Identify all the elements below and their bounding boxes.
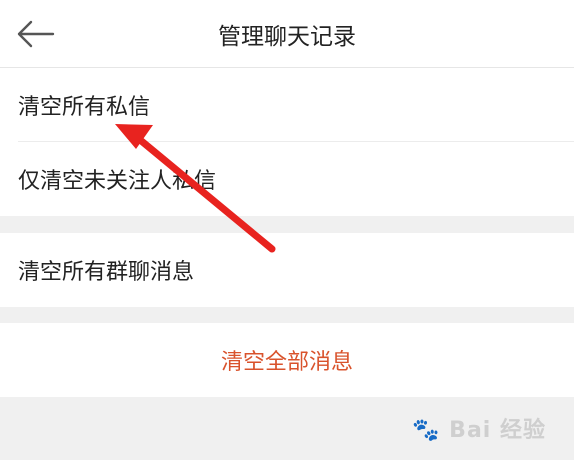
clear-all-group-chat-label: 清空所有群聊消息 [18, 260, 195, 285]
clear-unfollowed-private-messages-label: 仅清空未关注人私信 [18, 169, 217, 194]
clear-unfollowed-private-messages-item[interactable]: 仅清空未关注人私信 [0, 142, 574, 216]
private-messages-group: 清空所有私信 仅清空未关注人私信 [0, 68, 574, 216]
clear-all-private-messages-label: 清空所有私信 [18, 95, 151, 120]
page-title: 管理聊天记录 [218, 24, 356, 50]
clear-all-group-chat-item[interactable]: 清空所有群聊消息 [0, 233, 574, 307]
clear-all-messages-label: 清空全部消息 [220, 350, 353, 375]
baidu-paw-icon: 🐾 [412, 418, 441, 443]
clear-all-messages-button[interactable]: 清空全部消息 [0, 323, 574, 397]
watermark: 🐾 Bai 经验 [412, 412, 546, 444]
top-nav-bar: 管理聊天记录 [0, 0, 574, 68]
watermark-text: Bai 经验 [449, 418, 546, 443]
back-arrow-icon [17, 20, 55, 48]
group-chat-group: 清空所有群聊消息 [0, 233, 574, 307]
back-button[interactable] [10, 14, 60, 54]
clear-all-group: 清空全部消息 [0, 323, 574, 397]
clear-all-private-messages-item[interactable]: 清空所有私信 [0, 68, 574, 142]
